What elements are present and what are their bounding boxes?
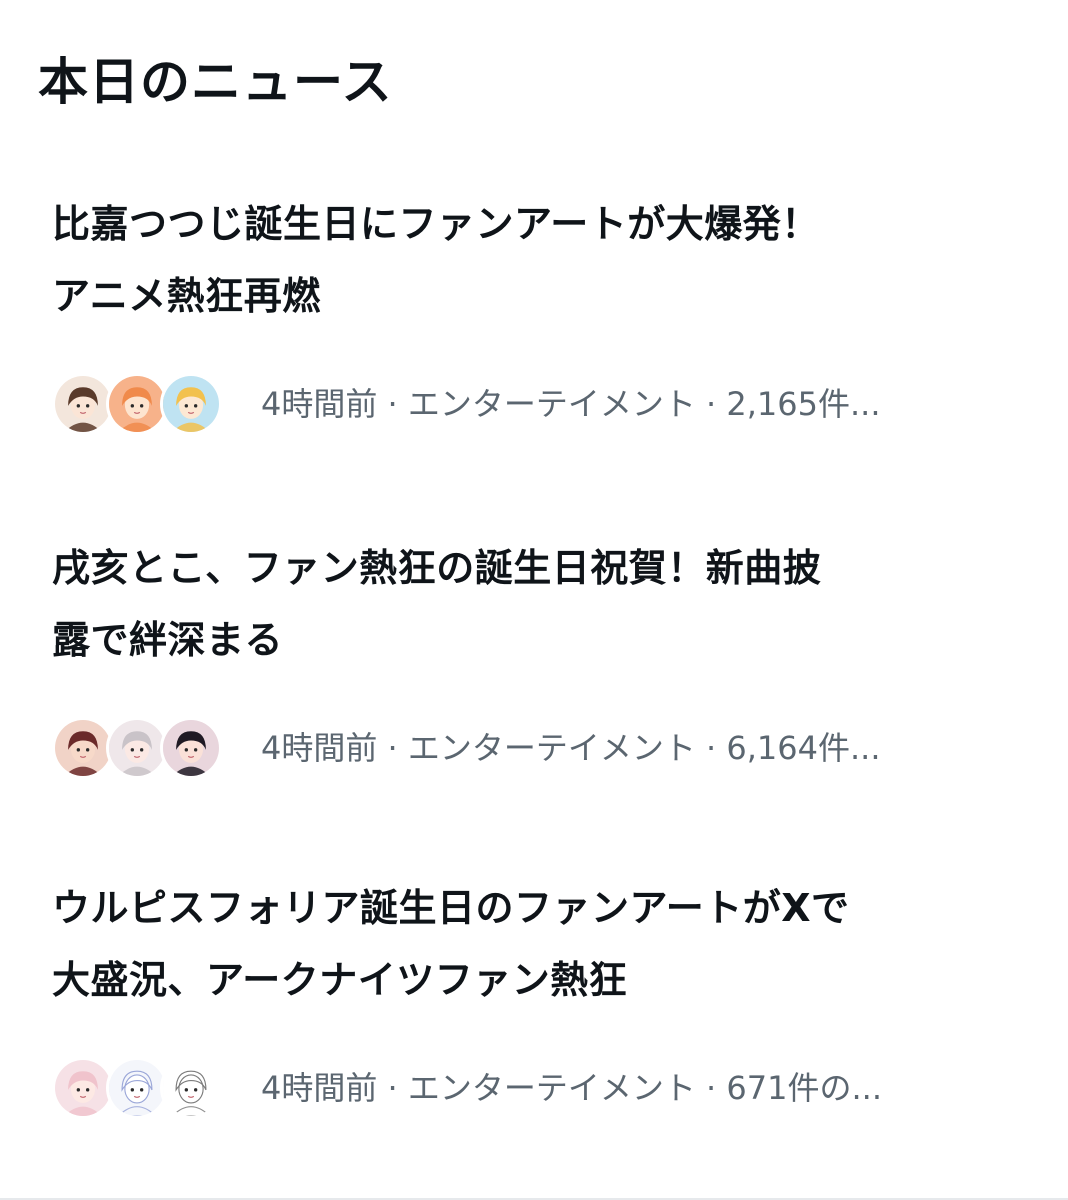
anime-character-silver-hair-avatar — [106, 717, 168, 779]
news-meta-text: 4時間前 · エンターテイメント · 6,164件... — [261, 729, 881, 767]
news-headline[interactable]: 比嘉つつじ誕生日にファンアートが大爆発！ アニメ熱狂再燃 — [52, 188, 1012, 332]
news-meta-row: 4時間前 · エンターテイメント · 671件の... — [52, 1054, 1012, 1122]
anime-girl-orange-hair-avatar — [106, 373, 168, 435]
news-item[interactable]: ウルピスフォリア誕生日のファンアートがXで 大盛況、アークナイツファン熱狂 4時… — [52, 872, 1012, 1122]
news-meta-row: 4時間前 · エンターテイメント · 6,164件... — [52, 714, 1012, 782]
avatar-group — [52, 1057, 244, 1119]
avatar-group — [52, 717, 244, 779]
anime-girl-brown-hair-avatar — [52, 373, 114, 435]
section-title: 本日のニュース — [38, 53, 393, 111]
news-meta-text: 4時間前 · エンターテイメント · 671件の... — [261, 1069, 882, 1107]
news-meta-row: 4時間前 · エンターテイメント · 2,165件... — [52, 370, 1012, 438]
news-item[interactable]: 戌亥とこ、ファン熱狂の誕生日祝賀！新曲披 露で絆深まる 4時間前 · エンターテ… — [52, 532, 1012, 782]
anime-character-pink-hair-avatar — [52, 1057, 114, 1119]
sketch-character-avatar — [106, 1057, 168, 1119]
sketch-chibi-avatar — [160, 1057, 222, 1119]
news-headline-line: アニメ熱狂再燃 — [52, 274, 321, 318]
anime-girl-blonde-hair-avatar — [160, 373, 222, 435]
news-headline-line: ウルピスフォリア誕生日のファンアートがXで — [52, 886, 850, 930]
news-item[interactable]: 比嘉つつじ誕生日にファンアートが大爆発！ アニメ熱狂再燃 4時間前 · エンター… — [52, 188, 1012, 438]
news-headline-line: 露で絆深まる — [52, 618, 284, 662]
news-meta-text: 4時間前 · エンターテイメント · 2,165件... — [261, 385, 881, 423]
news-headline[interactable]: ウルピスフォリア誕生日のファンアートがXで 大盛況、アークナイツファン熱狂 — [52, 872, 1012, 1016]
anime-character-dark-red-avatar — [52, 717, 114, 779]
news-headline[interactable]: 戌亥とこ、ファン熱狂の誕生日祝賀！新曲披 露で絆深まる — [52, 532, 1012, 676]
avatar-group — [52, 373, 244, 435]
news-headline-line: 比嘉つつじ誕生日にファンアートが大爆発！ — [52, 202, 820, 246]
anime-character-black-hair-avatar — [160, 717, 222, 779]
news-headline-line: 大盛況、アークナイツファン熱狂 — [52, 958, 628, 1002]
news-headline-line: 戌亥とこ、ファン熱狂の誕生日祝賀！新曲披 — [52, 546, 822, 590]
